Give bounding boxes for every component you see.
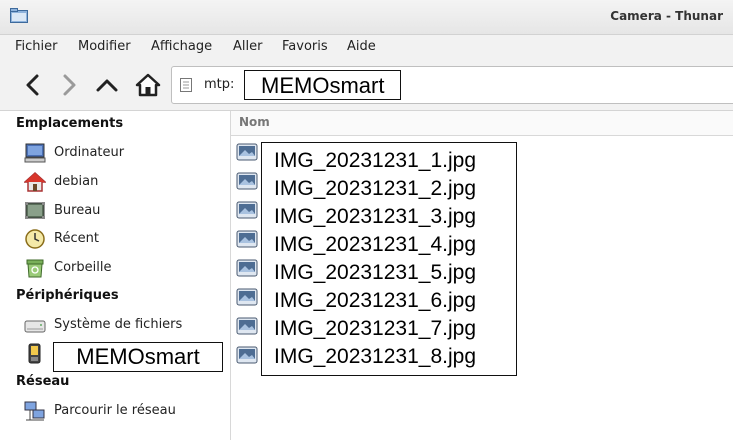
image-file-icon[interactable] xyxy=(236,316,258,336)
image-file-icon[interactable] xyxy=(236,142,258,162)
location-path[interactable]: MEMOsmart xyxy=(244,70,402,100)
phone-icon xyxy=(28,343,41,364)
image-file-icon[interactable] xyxy=(236,229,258,249)
image-file-icon[interactable] xyxy=(236,287,258,307)
file-item-name[interactable]: IMG_20231231_4.jpg xyxy=(274,233,476,257)
sidebar: Emplacements Ordinateur debian Bureau Ré… xyxy=(0,111,231,440)
sidebar-item-label: Récent xyxy=(54,231,99,246)
trash-icon xyxy=(26,259,44,278)
desktop-icon xyxy=(25,202,45,219)
menu-aide[interactable]: Aide xyxy=(347,39,376,54)
sidebar-item-label: Bureau xyxy=(54,203,101,218)
computer-icon xyxy=(24,143,46,163)
network-icon xyxy=(24,401,45,421)
column-name-label: Nom xyxy=(239,115,270,129)
menu-affichage[interactable]: Affichage xyxy=(151,39,212,54)
sidebar-item-label: Corbeille xyxy=(54,260,112,275)
image-file-icon[interactable] xyxy=(236,258,258,278)
file-item-name[interactable]: IMG_20231231_5.jpg xyxy=(274,261,476,285)
image-file-icon[interactable] xyxy=(236,171,258,191)
column-header-name[interactable]: Nom xyxy=(231,111,733,136)
file-list: IMG_20231231_1.jpg IMG_20231231_2.jpg IM… xyxy=(261,142,517,376)
location-bar[interactable]: mtp: MEMOsmart xyxy=(171,66,733,104)
menu-aller[interactable]: Aller xyxy=(233,39,262,54)
recent-icon xyxy=(25,229,45,249)
forward-icon[interactable] xyxy=(56,71,82,99)
network-header: Réseau xyxy=(16,374,70,389)
devices-header: Périphériques xyxy=(16,288,119,303)
file-item-name[interactable]: IMG_20231231_1.jpg xyxy=(274,149,476,173)
home-icon[interactable] xyxy=(135,71,161,99)
file-item-name[interactable]: IMG_20231231_8.jpg xyxy=(274,345,476,369)
up-icon[interactable] xyxy=(94,71,120,99)
sidebar-item-label: Système de fichiers xyxy=(54,317,183,332)
places-header: Emplacements xyxy=(16,116,124,131)
menu-fichier[interactable]: Fichier xyxy=(15,39,58,54)
back-icon[interactable] xyxy=(20,71,46,99)
menu-favoris[interactable]: Favoris xyxy=(282,39,328,54)
file-item-name[interactable]: IMG_20231231_3.jpg xyxy=(274,205,476,229)
drive-icon xyxy=(24,320,46,333)
sidebar-item-label: debian xyxy=(54,174,99,189)
image-file-icon[interactable] xyxy=(236,345,258,365)
file-item-name[interactable]: IMG_20231231_7.jpg xyxy=(274,317,476,341)
sidebar-item-label: Ordinateur xyxy=(54,145,125,160)
menu-bar: Fichier Modifier Affichage Aller Favoris… xyxy=(0,35,733,60)
menu-modifier[interactable]: Modifier xyxy=(78,39,131,54)
home-icon xyxy=(24,171,46,192)
location-scheme: mtp: xyxy=(204,77,235,92)
sidebar-item-label: Parcourir le réseau xyxy=(54,403,176,418)
document-icon xyxy=(180,78,192,92)
window-title: Camera - Thunar xyxy=(610,9,723,23)
folder-icon xyxy=(10,8,28,23)
title-bar[interactable]: Camera - Thunar xyxy=(0,0,733,35)
file-item-name[interactable]: IMG_20231231_6.jpg xyxy=(274,289,476,313)
device-label-memosmart[interactable]: MEMOsmart xyxy=(53,342,223,372)
image-file-icon[interactable] xyxy=(236,200,258,220)
file-item-name[interactable]: IMG_20231231_2.jpg xyxy=(274,177,476,201)
